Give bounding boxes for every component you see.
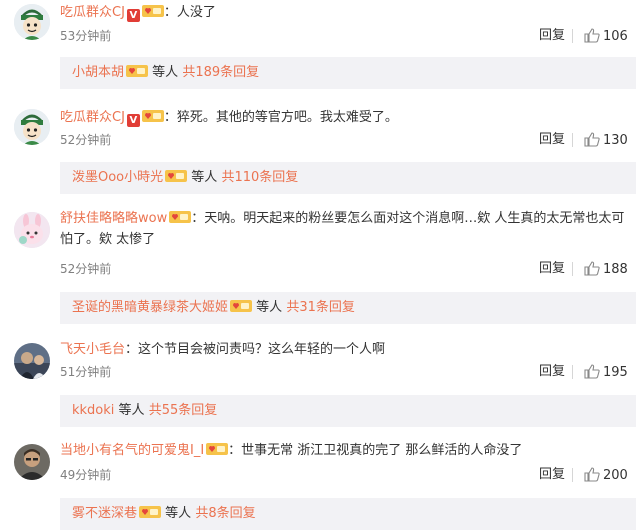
like-button[interactable]: 106 bbox=[584, 28, 628, 45]
avatar[interactable] bbox=[14, 444, 50, 480]
reply-total-link[interactable]: 共31条回复 bbox=[286, 300, 355, 315]
like-button[interactable]: 130 bbox=[584, 132, 628, 149]
reply-button[interactable]: 回复 bbox=[539, 132, 565, 148]
member-badge-icon bbox=[141, 109, 164, 123]
reply-user-link[interactable]: 泼墨Ooo小時光 bbox=[72, 170, 163, 185]
divider bbox=[572, 365, 573, 379]
like-button[interactable]: 188 bbox=[584, 261, 628, 278]
username-link[interactable]: 吃瓜群众CJ bbox=[60, 110, 125, 125]
reply-user-link[interactable]: kkdoki bbox=[72, 403, 114, 418]
comment-line: 吃瓜群众CJ V ：猝死。其他的等官方吧。我太难受了。 bbox=[60, 107, 630, 128]
reply-summary[interactable]: kkdoki 等人 共55条回复 bbox=[60, 395, 636, 427]
thumbs-up-icon bbox=[584, 467, 600, 482]
reply-total-link[interactable]: 共55条回复 bbox=[149, 403, 218, 418]
reply-suffix: 等人 bbox=[152, 65, 179, 80]
cartoon-bunny-avatar-icon bbox=[14, 212, 50, 248]
like-count: 106 bbox=[603, 29, 628, 44]
reply-button[interactable]: 回复 bbox=[539, 28, 565, 44]
like-button[interactable]: 195 bbox=[584, 364, 628, 381]
man-portrait-avatar-icon bbox=[14, 444, 50, 480]
reply-total-link[interactable]: 共189条回复 bbox=[182, 65, 259, 80]
comment-text: ：人没了 bbox=[163, 5, 216, 20]
like-count: 130 bbox=[603, 133, 628, 148]
reply-total-link[interactable]: 共110条回复 bbox=[221, 170, 298, 185]
avatar[interactable] bbox=[14, 212, 50, 248]
username-link[interactable]: 当地小有名气的可爱鬼I_I bbox=[60, 443, 204, 458]
reply-suffix: 等人 bbox=[118, 403, 145, 418]
like-count: 188 bbox=[603, 262, 628, 277]
comment-time: 52分钟前 bbox=[60, 262, 112, 276]
member-badge-icon bbox=[126, 59, 149, 77]
verified-badge: V bbox=[126, 114, 140, 127]
thumbs-up-icon bbox=[584, 364, 600, 379]
like-button[interactable]: 200 bbox=[584, 467, 628, 484]
reply-button[interactable]: 回复 bbox=[539, 467, 565, 483]
username-link[interactable]: 舒扶佳略略略wow bbox=[60, 211, 167, 226]
avatar[interactable] bbox=[14, 343, 50, 379]
divider bbox=[572, 133, 573, 147]
member-badge-icon bbox=[206, 442, 229, 456]
comment-time: 49分钟前 bbox=[60, 468, 112, 482]
avatar[interactable] bbox=[14, 109, 50, 145]
reply-button[interactable]: 回复 bbox=[539, 261, 565, 277]
reply-suffix: 等人 bbox=[256, 300, 283, 315]
reply-user-link[interactable]: 雾不迷深巷 bbox=[72, 506, 137, 521]
reply-suffix: 等人 bbox=[165, 506, 192, 521]
reply-summary[interactable]: 雾不迷深巷 等人 共8条回复 bbox=[60, 498, 636, 530]
like-count: 200 bbox=[603, 468, 628, 483]
comment-time: 53分钟前 bbox=[60, 29, 112, 43]
cartoon-boy-avatar-icon bbox=[14, 4, 50, 40]
username-link[interactable]: 吃瓜群众CJ bbox=[60, 5, 125, 20]
divider bbox=[572, 262, 573, 276]
reply-button[interactable]: 回复 bbox=[539, 364, 565, 380]
comment-line: 舒扶佳略略略wow ：天呐。明天起来的粉丝要怎么面对这个消息啊…欸 人生真的太无常… bbox=[60, 208, 628, 250]
reply-suffix: 等人 bbox=[191, 170, 218, 185]
like-count: 195 bbox=[603, 365, 628, 380]
comment-time: 52分钟前 bbox=[60, 133, 112, 147]
comment-line: 吃瓜群众CJ V ：人没了 bbox=[60, 2, 630, 23]
comment-text: ：世事无常 浙江卫视真的完了 那么鲜活的人命没了 bbox=[228, 443, 523, 458]
reply-user-link[interactable]: 小胡本胡 bbox=[72, 65, 124, 80]
reply-total-link[interactable]: 共8条回复 bbox=[195, 506, 255, 521]
verified-badge: V bbox=[126, 9, 140, 22]
thumbs-up-icon bbox=[584, 132, 600, 147]
avatar[interactable] bbox=[14, 4, 50, 40]
member-badge-icon bbox=[169, 210, 192, 224]
cartoon-boy-avatar-icon bbox=[14, 109, 50, 145]
comment-line: 飞天小毛台：这个节目会被问责吗？这么年轻的一个人啊 bbox=[60, 339, 630, 360]
comment-line: 当地小有名气的可爱鬼I_I ：世事无常 浙江卫视真的完了 那么鲜活的人命没了 bbox=[60, 440, 630, 461]
member-badge-icon bbox=[165, 164, 188, 182]
reply-summary[interactable]: 圣诞的黑暗黄暴绿茶大姬姬 等人 共31条回复 bbox=[60, 292, 636, 324]
reply-user-link[interactable]: 圣诞的黑暗黄暴绿茶大姬姬 bbox=[72, 300, 228, 315]
thumbs-up-icon bbox=[584, 261, 600, 276]
divider bbox=[572, 29, 573, 43]
member-badge-icon bbox=[230, 294, 253, 312]
comment-time: 51分钟前 bbox=[60, 365, 112, 379]
comment-text: ：猝死。其他的等官方吧。我太难受了。 bbox=[163, 110, 398, 125]
member-badge-icon bbox=[141, 4, 164, 18]
username-link[interactable]: 飞天小毛台 bbox=[60, 342, 125, 357]
photo-avatar-icon bbox=[14, 343, 50, 379]
reply-summary[interactable]: 小胡本胡 等人 共189条回复 bbox=[60, 57, 636, 89]
divider bbox=[572, 468, 573, 482]
thumbs-up-icon bbox=[584, 28, 600, 43]
comment-text: ：这个节目会被问责吗？这么年轻的一个人啊 bbox=[125, 342, 386, 357]
member-badge-icon bbox=[139, 500, 162, 518]
reply-summary[interactable]: 泼墨Ooo小時光 等人 共110条回复 bbox=[60, 162, 636, 194]
